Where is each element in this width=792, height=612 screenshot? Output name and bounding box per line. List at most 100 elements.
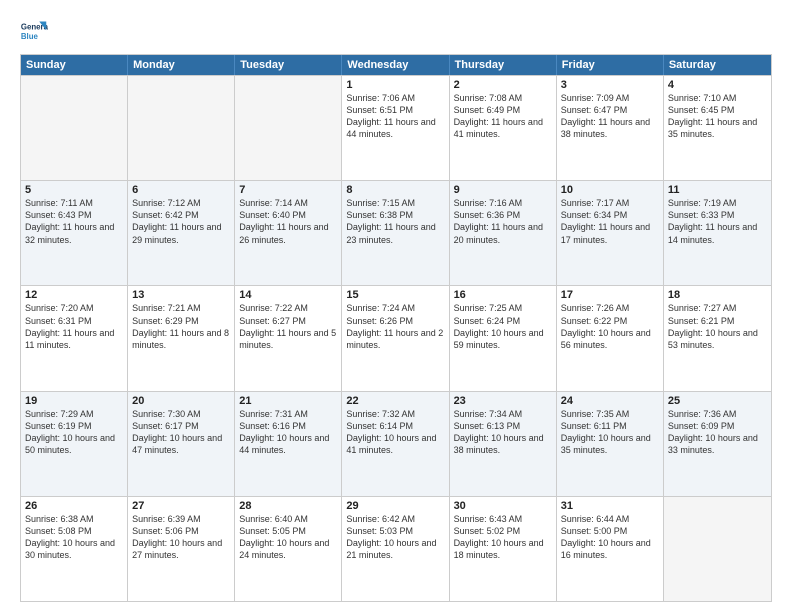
day-info: Sunrise: 7:30 AM Sunset: 6:17 PM Dayligh… — [132, 408, 230, 457]
weekday-header-saturday: Saturday — [664, 55, 771, 75]
empty-cell-4-6 — [664, 497, 771, 601]
day-cell-16: 16Sunrise: 7:25 AM Sunset: 6:24 PM Dayli… — [450, 286, 557, 390]
day-info: Sunrise: 7:16 AM Sunset: 6:36 PM Dayligh… — [454, 197, 552, 246]
day-number: 27 — [132, 500, 230, 512]
day-info: Sunrise: 7:26 AM Sunset: 6:22 PM Dayligh… — [561, 302, 659, 351]
day-number: 10 — [561, 184, 659, 196]
day-number: 5 — [25, 184, 123, 196]
day-cell-8: 8Sunrise: 7:15 AM Sunset: 6:38 PM Daylig… — [342, 181, 449, 285]
day-cell-14: 14Sunrise: 7:22 AM Sunset: 6:27 PM Dayli… — [235, 286, 342, 390]
day-number: 1 — [346, 79, 444, 91]
day-cell-28: 28Sunrise: 6:40 AM Sunset: 5:05 PM Dayli… — [235, 497, 342, 601]
day-info: Sunrise: 6:43 AM Sunset: 5:02 PM Dayligh… — [454, 513, 552, 562]
weekday-header-monday: Monday — [128, 55, 235, 75]
calendar-body: 1Sunrise: 7:06 AM Sunset: 6:51 PM Daylig… — [21, 75, 771, 601]
day-info: Sunrise: 7:06 AM Sunset: 6:51 PM Dayligh… — [346, 92, 444, 141]
weekday-header-friday: Friday — [557, 55, 664, 75]
weekday-header-tuesday: Tuesday — [235, 55, 342, 75]
day-info: Sunrise: 6:40 AM Sunset: 5:05 PM Dayligh… — [239, 513, 337, 562]
day-cell-25: 25Sunrise: 7:36 AM Sunset: 6:09 PM Dayli… — [664, 392, 771, 496]
day-info: Sunrise: 7:24 AM Sunset: 6:26 PM Dayligh… — [346, 302, 444, 351]
day-info: Sunrise: 7:22 AM Sunset: 6:27 PM Dayligh… — [239, 302, 337, 351]
day-number: 9 — [454, 184, 552, 196]
empty-cell-0-2 — [235, 76, 342, 180]
day-number: 25 — [668, 395, 767, 407]
day-info: Sunrise: 7:27 AM Sunset: 6:21 PM Dayligh… — [668, 302, 767, 351]
day-info: Sunrise: 7:10 AM Sunset: 6:45 PM Dayligh… — [668, 92, 767, 141]
day-number: 26 — [25, 500, 123, 512]
day-cell-23: 23Sunrise: 7:34 AM Sunset: 6:13 PM Dayli… — [450, 392, 557, 496]
empty-cell-0-1 — [128, 76, 235, 180]
day-info: Sunrise: 6:38 AM Sunset: 5:08 PM Dayligh… — [25, 513, 123, 562]
day-info: Sunrise: 7:29 AM Sunset: 6:19 PM Dayligh… — [25, 408, 123, 457]
day-number: 8 — [346, 184, 444, 196]
day-number: 3 — [561, 79, 659, 91]
day-number: 6 — [132, 184, 230, 196]
weekday-header-wednesday: Wednesday — [342, 55, 449, 75]
calendar-row-4: 26Sunrise: 6:38 AM Sunset: 5:08 PM Dayli… — [21, 496, 771, 601]
day-cell-5: 5Sunrise: 7:11 AM Sunset: 6:43 PM Daylig… — [21, 181, 128, 285]
day-info: Sunrise: 7:36 AM Sunset: 6:09 PM Dayligh… — [668, 408, 767, 457]
day-info: Sunrise: 7:25 AM Sunset: 6:24 PM Dayligh… — [454, 302, 552, 351]
day-number: 2 — [454, 79, 552, 91]
day-info: Sunrise: 7:11 AM Sunset: 6:43 PM Dayligh… — [25, 197, 123, 246]
day-info: Sunrise: 6:39 AM Sunset: 5:06 PM Dayligh… — [132, 513, 230, 562]
day-info: Sunrise: 7:34 AM Sunset: 6:13 PM Dayligh… — [454, 408, 552, 457]
day-info: Sunrise: 7:32 AM Sunset: 6:14 PM Dayligh… — [346, 408, 444, 457]
day-cell-9: 9Sunrise: 7:16 AM Sunset: 6:36 PM Daylig… — [450, 181, 557, 285]
day-number: 31 — [561, 500, 659, 512]
day-number: 30 — [454, 500, 552, 512]
day-info: Sunrise: 7:15 AM Sunset: 6:38 PM Dayligh… — [346, 197, 444, 246]
day-cell-22: 22Sunrise: 7:32 AM Sunset: 6:14 PM Dayli… — [342, 392, 449, 496]
svg-text:Blue: Blue — [21, 32, 39, 41]
day-number: 23 — [454, 395, 552, 407]
page: General Blue SundayMondayTuesdayWednesda… — [0, 0, 792, 612]
day-info: Sunrise: 7:21 AM Sunset: 6:29 PM Dayligh… — [132, 302, 230, 351]
day-number: 20 — [132, 395, 230, 407]
day-cell-12: 12Sunrise: 7:20 AM Sunset: 6:31 PM Dayli… — [21, 286, 128, 390]
calendar-row-0: 1Sunrise: 7:06 AM Sunset: 6:51 PM Daylig… — [21, 75, 771, 180]
day-number: 19 — [25, 395, 123, 407]
day-cell-20: 20Sunrise: 7:30 AM Sunset: 6:17 PM Dayli… — [128, 392, 235, 496]
calendar-header: SundayMondayTuesdayWednesdayThursdayFrid… — [21, 55, 771, 75]
day-cell-31: 31Sunrise: 6:44 AM Sunset: 5:00 PM Dayli… — [557, 497, 664, 601]
day-info: Sunrise: 6:42 AM Sunset: 5:03 PM Dayligh… — [346, 513, 444, 562]
day-number: 28 — [239, 500, 337, 512]
day-cell-3: 3Sunrise: 7:09 AM Sunset: 6:47 PM Daylig… — [557, 76, 664, 180]
day-info: Sunrise: 7:20 AM Sunset: 6:31 PM Dayligh… — [25, 302, 123, 351]
day-cell-26: 26Sunrise: 6:38 AM Sunset: 5:08 PM Dayli… — [21, 497, 128, 601]
day-cell-29: 29Sunrise: 6:42 AM Sunset: 5:03 PM Dayli… — [342, 497, 449, 601]
day-info: Sunrise: 7:14 AM Sunset: 6:40 PM Dayligh… — [239, 197, 337, 246]
day-number: 11 — [668, 184, 767, 196]
day-info: Sunrise: 7:19 AM Sunset: 6:33 PM Dayligh… — [668, 197, 767, 246]
weekday-header-thursday: Thursday — [450, 55, 557, 75]
calendar-row-2: 12Sunrise: 7:20 AM Sunset: 6:31 PM Dayli… — [21, 285, 771, 390]
day-number: 22 — [346, 395, 444, 407]
day-info: Sunrise: 6:44 AM Sunset: 5:00 PM Dayligh… — [561, 513, 659, 562]
day-cell-13: 13Sunrise: 7:21 AM Sunset: 6:29 PM Dayli… — [128, 286, 235, 390]
day-number: 29 — [346, 500, 444, 512]
day-number: 24 — [561, 395, 659, 407]
day-number: 15 — [346, 289, 444, 301]
day-cell-2: 2Sunrise: 7:08 AM Sunset: 6:49 PM Daylig… — [450, 76, 557, 180]
day-number: 12 — [25, 289, 123, 301]
day-info: Sunrise: 7:31 AM Sunset: 6:16 PM Dayligh… — [239, 408, 337, 457]
day-cell-21: 21Sunrise: 7:31 AM Sunset: 6:16 PM Dayli… — [235, 392, 342, 496]
header: General Blue — [20, 18, 772, 46]
day-info: Sunrise: 7:17 AM Sunset: 6:34 PM Dayligh… — [561, 197, 659, 246]
day-cell-7: 7Sunrise: 7:14 AM Sunset: 6:40 PM Daylig… — [235, 181, 342, 285]
weekday-header-sunday: Sunday — [21, 55, 128, 75]
day-cell-18: 18Sunrise: 7:27 AM Sunset: 6:21 PM Dayli… — [664, 286, 771, 390]
day-cell-1: 1Sunrise: 7:06 AM Sunset: 6:51 PM Daylig… — [342, 76, 449, 180]
day-cell-4: 4Sunrise: 7:10 AM Sunset: 6:45 PM Daylig… — [664, 76, 771, 180]
day-number: 18 — [668, 289, 767, 301]
logo-icon: General Blue — [20, 18, 48, 46]
day-cell-6: 6Sunrise: 7:12 AM Sunset: 6:42 PM Daylig… — [128, 181, 235, 285]
day-cell-11: 11Sunrise: 7:19 AM Sunset: 6:33 PM Dayli… — [664, 181, 771, 285]
day-cell-17: 17Sunrise: 7:26 AM Sunset: 6:22 PM Dayli… — [557, 286, 664, 390]
day-info: Sunrise: 7:12 AM Sunset: 6:42 PM Dayligh… — [132, 197, 230, 246]
day-number: 14 — [239, 289, 337, 301]
day-number: 21 — [239, 395, 337, 407]
day-number: 17 — [561, 289, 659, 301]
day-cell-10: 10Sunrise: 7:17 AM Sunset: 6:34 PM Dayli… — [557, 181, 664, 285]
